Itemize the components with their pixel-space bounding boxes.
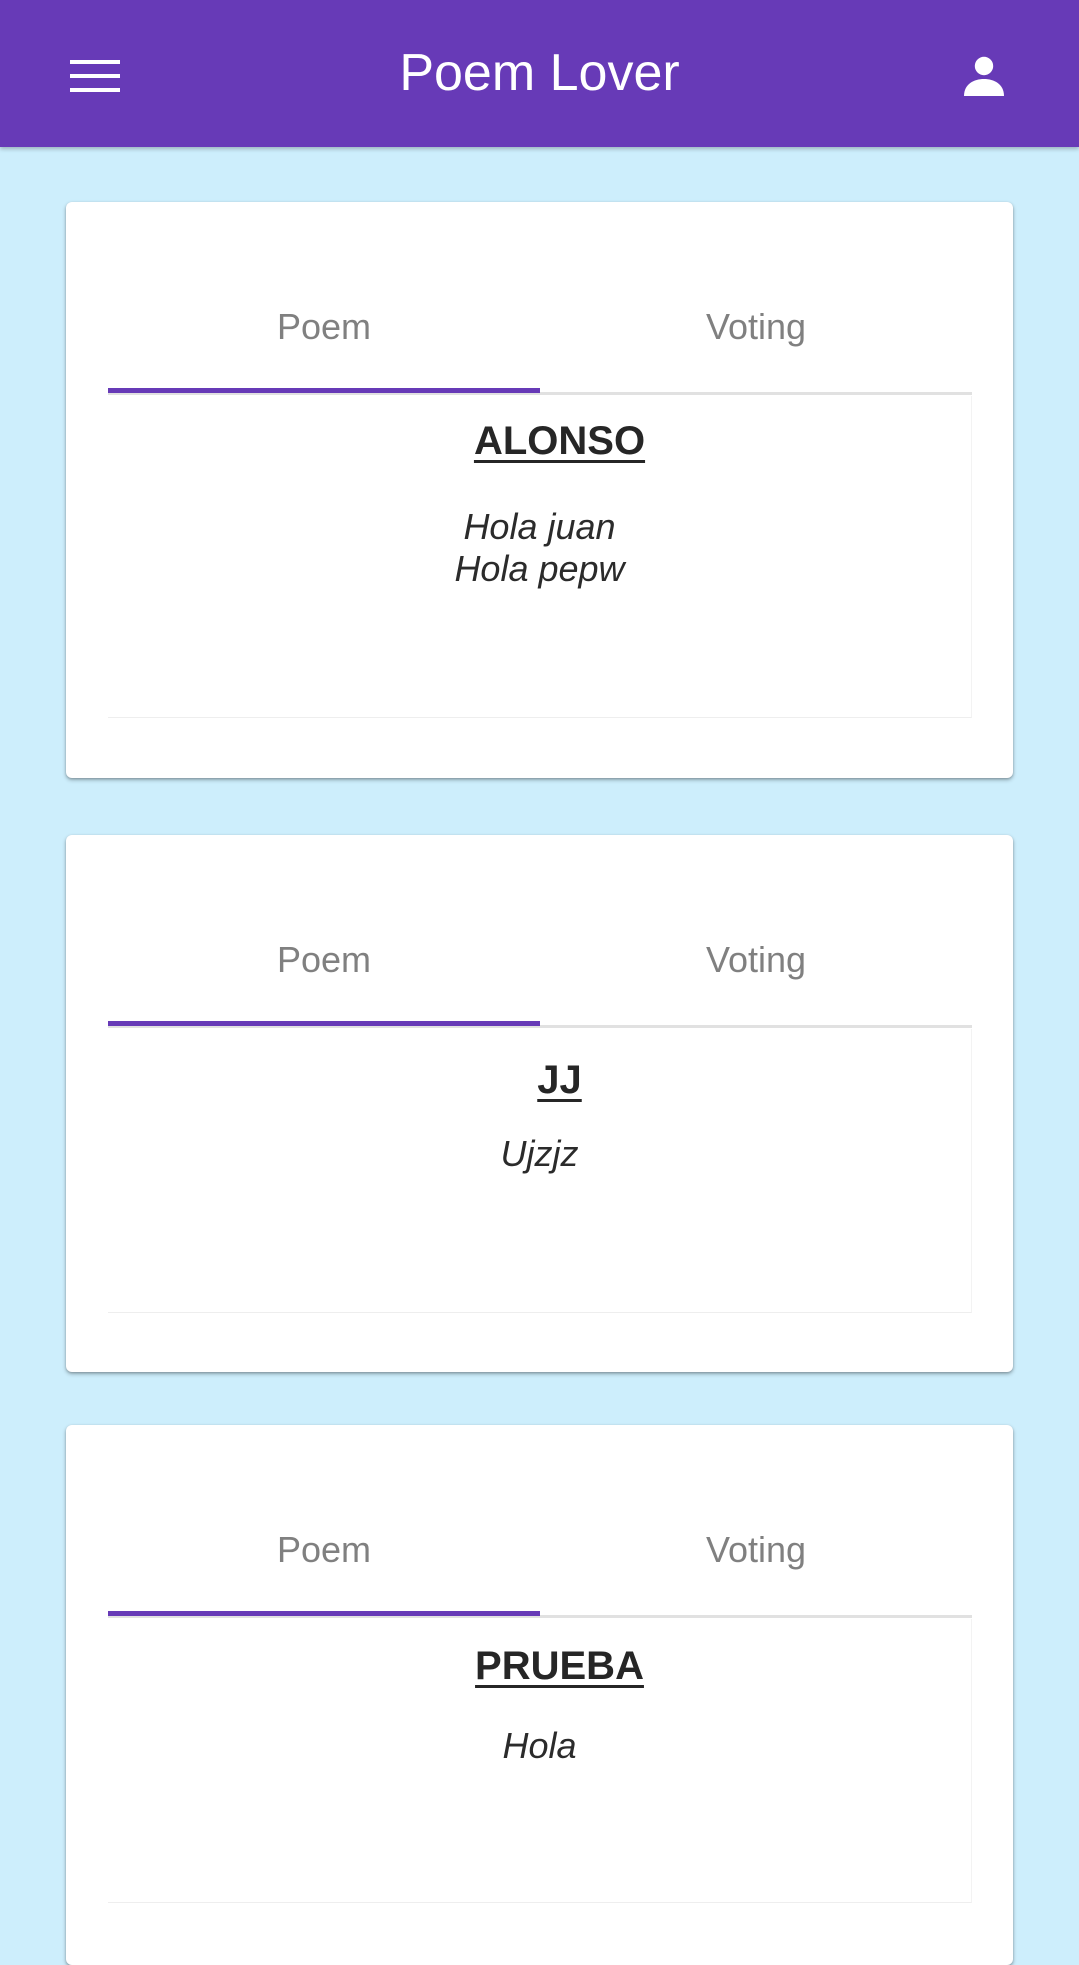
tab-active-indicator [108, 1611, 540, 1616]
tab-bar: Poem Voting [108, 897, 972, 1029]
poem-card: Poem Voting PRUEBA Hola [66, 1425, 1013, 1965]
poem-title: PRUEBA [475, 1644, 644, 1688]
tab-voting[interactable]: Voting [540, 897, 972, 1023]
poem-body: Hola [108, 1725, 971, 1767]
account-button[interactable] [950, 42, 1020, 112]
tab-voting[interactable]: Voting [540, 264, 972, 390]
poem-body: Ujzjz [108, 1133, 971, 1175]
poem-panel: JJ Ujzjz [108, 1029, 972, 1313]
tab-poem[interactable]: Poem [108, 1487, 540, 1613]
tab-voting[interactable]: Voting [540, 1487, 972, 1613]
tab-poem[interactable]: Poem [108, 264, 540, 390]
poem-line: Hola juan [463, 506, 616, 547]
tab-bar: Poem Voting [108, 1487, 972, 1619]
account-icon [964, 56, 1004, 96]
tab-active-indicator [108, 1021, 540, 1026]
poem-panel: PRUEBA Hola [108, 1619, 972, 1903]
poem-card: Poem Voting ALONSO Hola juan Hola pepw [66, 202, 1013, 778]
tab-poem[interactable]: Poem [108, 897, 540, 1023]
tab-bar: Poem Voting [108, 264, 972, 396]
poem-panel: ALONSO Hola juan Hola pepw [108, 396, 972, 718]
menu-button[interactable] [56, 46, 132, 106]
poem-card: Poem Voting JJ Ujzjz [66, 835, 1013, 1372]
app-bar: Poem Lover [0, 0, 1079, 147]
app-title: Poem Lover [399, 44, 680, 102]
poem-line: Hola [502, 1725, 577, 1766]
menu-icon [70, 60, 120, 92]
poem-body: Hola juan Hola pepw [108, 506, 971, 590]
poem-title: JJ [537, 1058, 582, 1102]
poem-title: ALONSO [473, 419, 646, 463]
tab-active-indicator [108, 388, 540, 393]
poem-line: Ujzjz [500, 1133, 579, 1174]
poem-line: Hola pepw [454, 548, 625, 589]
